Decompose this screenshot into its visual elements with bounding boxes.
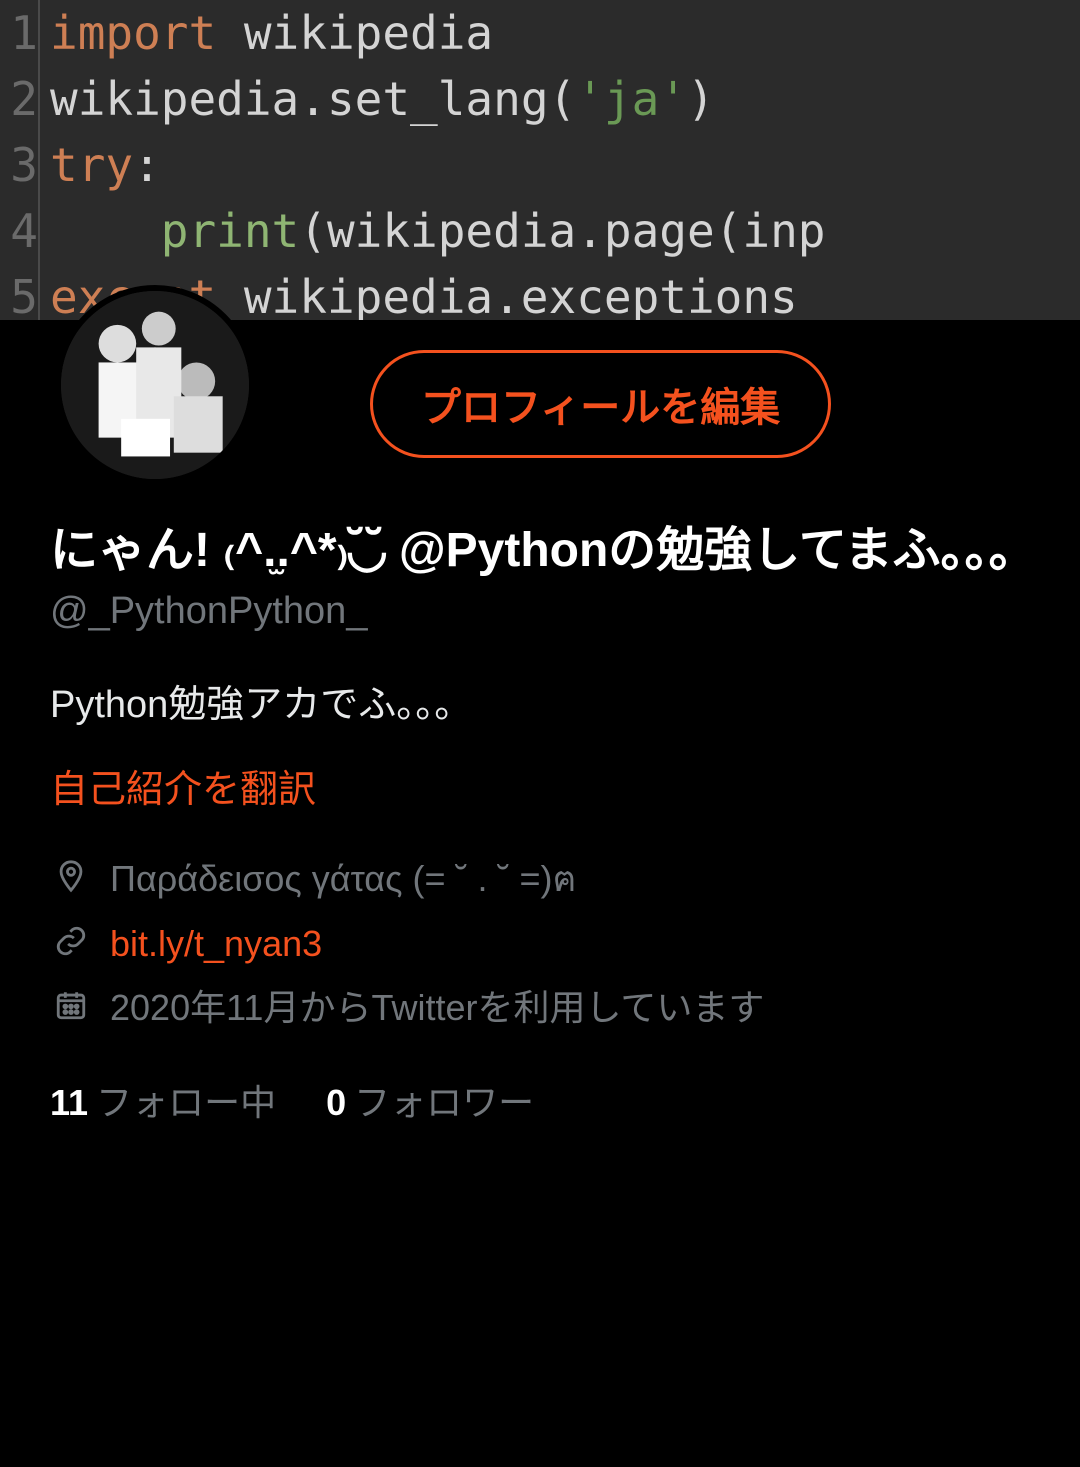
location-row: Παράδεισος γάτας (= ˘ . ˘ =)ฅ [50,853,1040,905]
display-name: にゃん! ₍^.̫.^*₎◟̆◞̆ @Pythonの勉強してまふ。。。 [50,520,1040,582]
profile-link[interactable]: bit.ly/t_nyan3 [110,918,322,970]
handle: @_PythonPython_ [50,590,1040,633]
joined-row: 2020年11月からTwitterを利用しています [50,982,1040,1034]
calendar-icon [50,988,92,1022]
location-text: Παράδεισος γάτας (= ˘ . ˘ =)ฅ [110,853,577,905]
link-row: bit.ly/t_nyan3 [50,918,1040,970]
line-number: 2 [0,66,40,132]
translate-bio-link[interactable]: 自己紹介を翻訳 [50,758,1040,813]
header-banner: 1import wikipedia2wikipedia.set_lang('ja… [0,0,1080,320]
follow-stats: 11フォロー中 0フォロワー [50,1074,1040,1126]
profile-section: にゃん! ₍^.̫.^*₎◟̆◞̆ @Pythonの勉強してまふ。。。 @_Py… [50,520,1040,1126]
following-count: 11 [50,1082,88,1123]
code-text: try: [50,132,161,198]
link-icon [50,924,92,958]
code-line: 4 print(wikipedia.page(inp [0,198,1080,264]
location-icon [50,859,92,893]
following-label: フォロー中 [96,1082,276,1123]
bio: Python勉強アカでふ。。。 [50,673,1040,728]
following-link[interactable]: 11フォロー中 [50,1074,276,1126]
code-line: 3try: [0,132,1080,198]
line-number: 4 [0,198,40,264]
line-number: 1 [0,0,40,66]
code-text: print(wikipedia.page(inp [50,198,825,264]
avatar-image [61,291,249,479]
line-number: 3 [0,132,40,198]
code-text: wikipedia.set_lang('ja') [50,66,715,132]
followers-count: 0 [326,1082,346,1123]
code-text: import wikipedia [50,0,493,66]
edit-profile-button[interactable]: プロフィールを編集 [370,350,831,458]
joined-text: 2020年11月からTwitterを利用しています [110,982,764,1034]
code-line: 1import wikipedia [0,0,1080,66]
avatar[interactable] [55,285,255,485]
code-line: 2wikipedia.set_lang('ja') [0,66,1080,132]
line-number: 5 [0,264,40,320]
followers-link[interactable]: 0フォロワー [326,1074,534,1126]
followers-label: フォロワー [354,1082,534,1123]
